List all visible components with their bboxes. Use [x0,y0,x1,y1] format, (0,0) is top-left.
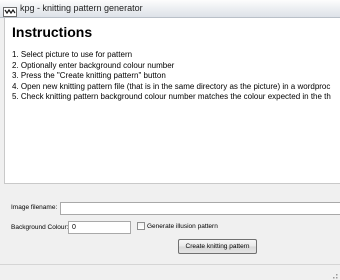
resize-grip-icon[interactable] [329,269,338,279]
instructions-heading: Instructions [12,24,93,40]
instruction-step: 2. Optionally enter background colour nu… [12,60,175,70]
instruction-step: 5. Check knitting pattern background col… [12,92,331,101]
app-window: kpg - knitting pattern generator Instruc… [0,0,340,280]
instruction-step: 1. Select picture to use for pattern [12,50,133,59]
window-title: kpg - knitting pattern generator [20,3,143,13]
background-colour-label: Background Colour: [11,224,69,231]
status-bar [0,264,340,280]
create-knitting-pattern-button[interactable]: Create knitting pattern [178,239,257,254]
instruction-step: 3. Press the "Create knitting pattern" b… [12,71,166,80]
instruction-step: 4. Open new knitting pattern file (that … [12,81,331,91]
image-filename-input[interactable] [60,202,340,215]
background-colour-input[interactable]: 0 [68,221,131,234]
illusion-pattern-checkbox[interactable] [137,222,145,230]
instructions-panel: Instructions 1. Select picture to use fo… [4,18,340,184]
image-filename-label: Image filename: [11,204,58,211]
title-bar[interactable]: kpg - knitting pattern generator [0,0,340,18]
knitting-app-icon[interactable] [3,4,17,17]
illusion-pattern-label[interactable]: Generate illusion pattern [147,223,218,230]
instructions-steps-list: 1. Select picture to use for pattern 2. … [12,50,331,103]
